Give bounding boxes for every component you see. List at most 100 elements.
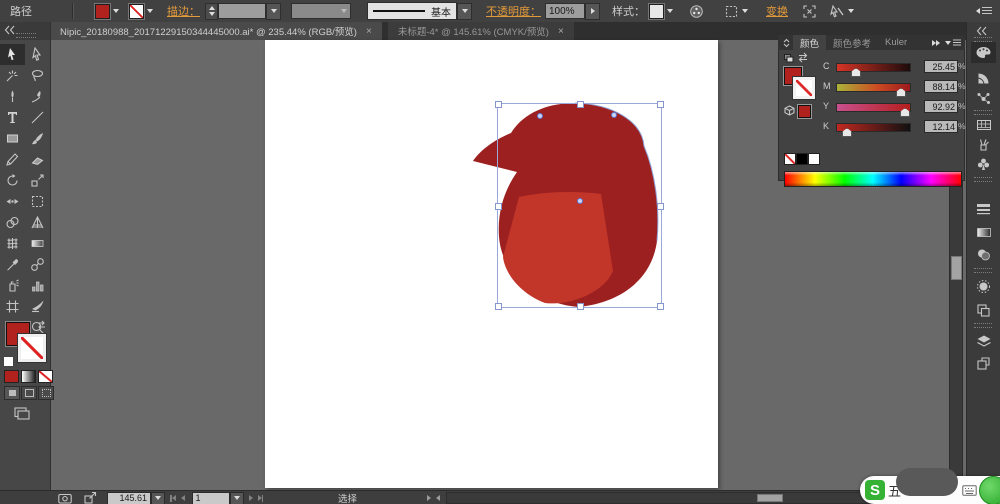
scale-tool[interactable]	[25, 170, 50, 191]
magic-wand-tool[interactable]	[0, 65, 25, 86]
zoom-level-field[interactable]: 145.61	[107, 492, 151, 504]
mesh-tool[interactable]	[0, 233, 25, 254]
stroke-weight-dropdown[interactable]	[266, 3, 281, 20]
dock-gripper[interactable]	[974, 177, 992, 182]
gradient-tool[interactable]	[25, 233, 50, 254]
export-icon[interactable]	[84, 492, 97, 504]
blend-tool[interactable]	[25, 254, 50, 275]
toolbar-stroke-swatch[interactable]	[18, 334, 46, 362]
yellow-slider[interactable]	[836, 103, 911, 112]
direct-selection-tool[interactable]	[25, 44, 50, 65]
paintbrush-tool[interactable]	[25, 128, 50, 149]
color-mode-button[interactable]	[4, 370, 19, 383]
anchor-point[interactable]	[611, 112, 617, 118]
snapshot-icon[interactable]	[58, 493, 72, 504]
color-guide-panel-icon[interactable]	[971, 68, 996, 89]
gradient-panel-icon[interactable]	[971, 222, 996, 243]
scroll-left-arrow[interactable]	[427, 495, 431, 501]
fill-dropdown-icon[interactable]	[113, 9, 119, 13]
collapse-tools-icon[interactable]	[3, 25, 15, 35]
draw-behind-button[interactable]	[21, 386, 37, 400]
stroke-weight-label[interactable]: 描边：	[167, 3, 200, 19]
transparency-panel-icon[interactable]	[971, 244, 996, 265]
width-tool[interactable]	[0, 191, 25, 212]
rotate-tool[interactable]	[0, 170, 25, 191]
brush-dropdown[interactable]	[457, 3, 472, 20]
eyedropper-tool[interactable]	[0, 254, 25, 275]
brush-definition-field[interactable]: 基本	[367, 2, 457, 20]
horizontal-scrollbar-thumb[interactable]	[757, 494, 783, 502]
recolor-artwork-icon[interactable]	[689, 4, 704, 19]
stroke-dropdown-icon[interactable]	[147, 9, 153, 13]
ime-settings-ball[interactable]	[979, 476, 1000, 504]
close-tab-1-icon[interactable]: ×	[366, 26, 372, 37]
panel-collapse-icon[interactable]	[782, 38, 791, 48]
line-segment-tool[interactable]	[25, 107, 50, 128]
cyan-value-field[interactable]: 25.45	[924, 60, 958, 73]
collapse-dock-icon[interactable]	[975, 26, 987, 36]
rectangle-tool[interactable]	[0, 128, 25, 149]
draw-normal-button[interactable]	[4, 386, 20, 400]
magenta-value-field[interactable]: 88.14	[924, 80, 958, 93]
free-transform-tool[interactable]	[25, 191, 50, 212]
tab-kuler[interactable]: Kuler	[878, 36, 914, 49]
selection-handle[interactable]	[495, 101, 502, 108]
black-value-field[interactable]: 12.14	[924, 120, 958, 133]
select-similar-icon[interactable]	[829, 4, 854, 19]
width-profile-field[interactable]	[291, 3, 351, 19]
stroke-weight-stepper[interactable]	[205, 3, 218, 20]
style-dropdown-icon[interactable]	[667, 9, 673, 13]
selection-handle[interactable]	[577, 303, 584, 310]
selection-handle[interactable]	[657, 203, 664, 210]
brushes-panel-icon[interactable]	[971, 134, 996, 155]
column-graph-tool[interactable]	[25, 275, 50, 296]
next-artboard-button[interactable]	[249, 495, 253, 501]
last-artboard-button[interactable]	[258, 495, 264, 502]
pen-variant-tool[interactable]	[25, 86, 50, 107]
style-swatch[interactable]	[649, 4, 664, 19]
ime-logo[interactable]: S	[865, 480, 885, 500]
scroll-right-arrow[interactable]	[436, 495, 440, 501]
opacity-dropdown[interactable]	[585, 3, 600, 20]
selection-tool[interactable]	[0, 44, 25, 65]
document-tab-1[interactable]: Nipic_20180988_20171229150344445000.ai* …	[50, 22, 382, 40]
align-options-icon[interactable]	[724, 4, 748, 19]
pencil-tool[interactable]	[0, 149, 25, 170]
artboard-number-field[interactable]: 1	[192, 492, 230, 504]
yellow-value-field[interactable]: 92.92	[924, 100, 958, 113]
none-mode-button[interactable]	[38, 370, 53, 383]
eraser-tool[interactable]	[25, 149, 50, 170]
close-tab-2-icon[interactable]: ×	[558, 26, 564, 37]
stroke-color-swatch[interactable]	[129, 4, 144, 19]
draw-inside-button[interactable]	[38, 386, 54, 400]
swap-fill-stroke-icon[interactable]	[36, 320, 47, 330]
panel-menu-icon[interactable]	[945, 39, 961, 46]
swatches-panel-icon[interactable]	[971, 114, 996, 135]
artboard-dropdown[interactable]	[230, 492, 244, 504]
type-tool[interactable]	[0, 107, 25, 128]
none-color-chip[interactable]	[784, 153, 796, 165]
black-color-chip[interactable]	[796, 153, 808, 165]
stroke-weight-field[interactable]	[218, 3, 266, 19]
selection-handle[interactable]	[657, 101, 664, 108]
anchor-point[interactable]	[537, 113, 543, 119]
anchor-point[interactable]	[577, 198, 583, 204]
cyan-slider[interactable]	[836, 63, 911, 72]
workspace-menu-icon[interactable]	[976, 6, 992, 15]
selection-handle[interactable]	[495, 203, 502, 210]
pen-tool[interactable]	[0, 86, 25, 107]
panel-expand-icon[interactable]	[932, 40, 940, 46]
shape-builder-tool[interactable]	[0, 212, 25, 233]
vertical-scrollbar-thumb[interactable]	[951, 256, 962, 280]
opacity-label[interactable]: 不透明度：	[486, 3, 541, 19]
symbols-panel-icon[interactable]	[971, 154, 996, 175]
tab-color[interactable]: 颜色	[793, 35, 826, 51]
default-fill-stroke-icon[interactable]	[3, 356, 14, 367]
opacity-field[interactable]: 100%	[545, 3, 585, 19]
graphic-styles-panel-icon[interactable]	[971, 300, 996, 321]
kuler-panel-icon[interactable]	[971, 88, 996, 109]
screen-mode-button[interactable]	[14, 406, 30, 420]
selection-bounding-box[interactable]	[497, 103, 662, 308]
zoom-level-dropdown[interactable]	[151, 492, 165, 504]
artboards-panel-icon[interactable]	[971, 353, 996, 374]
